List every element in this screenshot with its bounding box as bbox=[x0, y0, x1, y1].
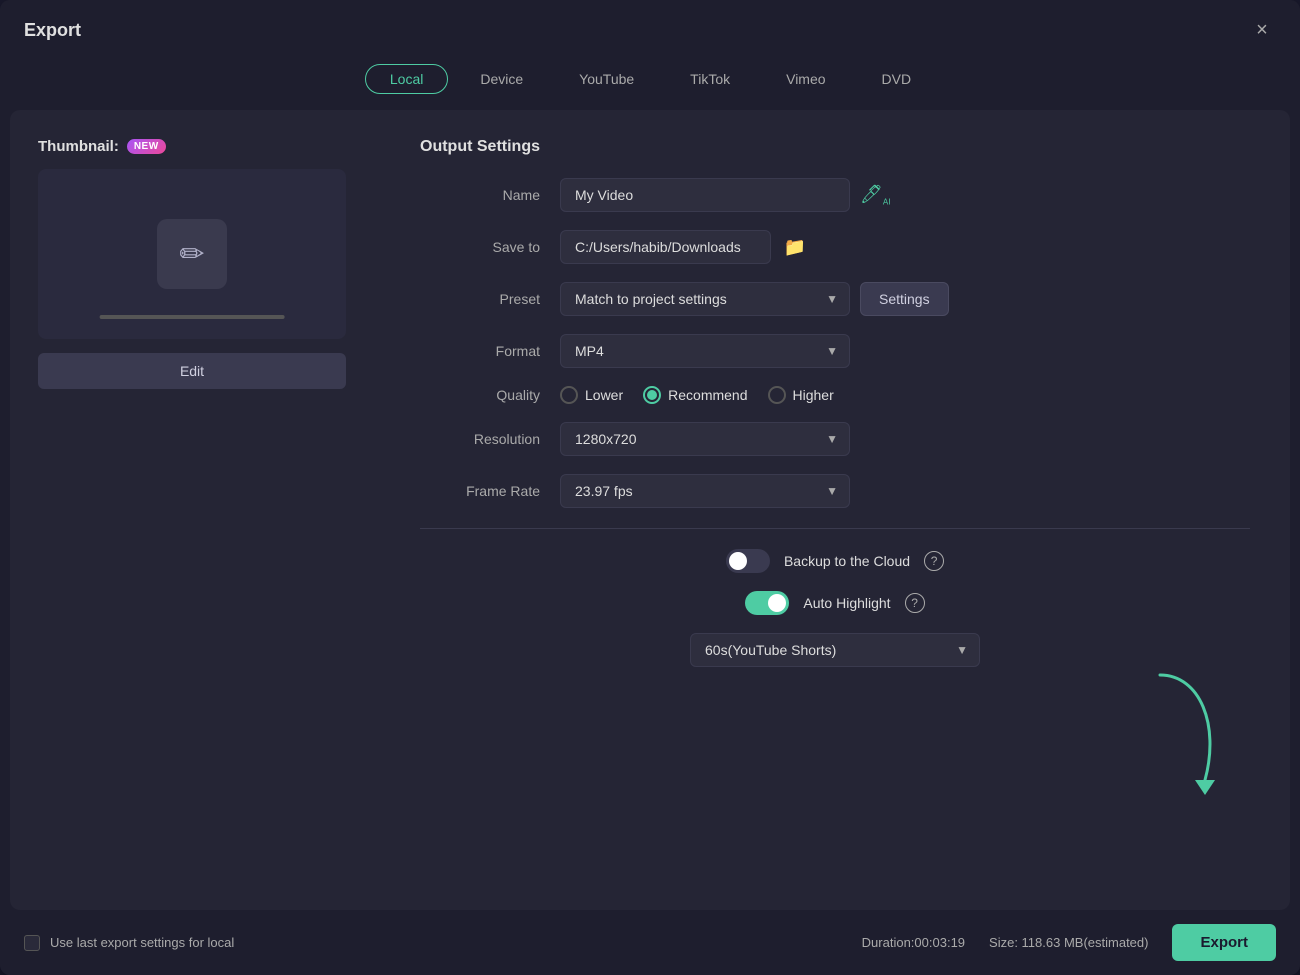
tabs-bar: Local Device YouTube TikTok Vimeo DVD bbox=[0, 56, 1300, 110]
ai-icon[interactable]: 🖊AI bbox=[860, 184, 890, 207]
backup-cloud-toggle[interactable] bbox=[726, 549, 770, 573]
auto-highlight-toggle-thumb bbox=[768, 594, 786, 612]
duration-select-wrap: 60s(YouTube Shorts)30s15sCustom ▼ bbox=[690, 633, 980, 667]
auto-highlight-row: Auto Highlight ? bbox=[420, 591, 1250, 615]
quality-recommend-radio[interactable] bbox=[643, 386, 661, 404]
save-to-label: Save to bbox=[420, 239, 540, 255]
settings-button[interactable]: Settings bbox=[860, 282, 949, 316]
format-select-wrap: MP4MOVAVIMKVGIF ▼ bbox=[560, 334, 850, 368]
pencil-icon: ✏ bbox=[179, 237, 204, 272]
preset-select-wrap: Match to project settingsCustomHigh Qual… bbox=[560, 282, 850, 316]
name-input[interactable] bbox=[560, 178, 850, 212]
save-path-input[interactable] bbox=[560, 230, 771, 264]
resolution-label: Resolution bbox=[420, 431, 540, 447]
dialog-title: Export bbox=[24, 20, 81, 41]
name-row: Name 🖊AI bbox=[420, 178, 1250, 212]
thumbnail-text: Thumbnail: bbox=[38, 138, 119, 155]
save-to-row: Save to 📁 bbox=[420, 230, 1250, 264]
quality-recommend-option[interactable]: Recommend bbox=[643, 386, 747, 404]
backup-cloud-help-icon[interactable]: ? bbox=[924, 551, 944, 571]
radio-inner-dot bbox=[647, 390, 657, 400]
preset-label: Preset bbox=[420, 291, 540, 307]
frame-rate-select-wrap: 23.97 fps24 fps25 fps29.97 fps30 fps60 f… bbox=[560, 474, 850, 508]
quality-label: Quality bbox=[420, 387, 540, 403]
name-label: Name bbox=[420, 187, 540, 203]
new-badge: NEW bbox=[127, 139, 166, 154]
frame-rate-select[interactable]: 23.97 fps24 fps25 fps29.97 fps30 fps60 f… bbox=[560, 474, 850, 508]
tab-local[interactable]: Local bbox=[365, 64, 448, 94]
export-dialog: Export × Local Device YouTube TikTok Vim… bbox=[0, 0, 1300, 975]
backup-cloud-label: Backup to the Cloud bbox=[784, 553, 910, 569]
format-select[interactable]: MP4MOVAVIMKVGIF bbox=[560, 334, 850, 368]
quality-higher-radio[interactable] bbox=[768, 386, 786, 404]
quality-row: Quality Lower Recommend Higher bbox=[420, 386, 1250, 404]
tab-vimeo[interactable]: Vimeo bbox=[762, 65, 849, 93]
output-settings-title: Output Settings bbox=[420, 138, 1250, 156]
resolution-row: Resolution 1280x7201920x10803840x2160720… bbox=[420, 422, 1250, 456]
duration-select-row: 60s(YouTube Shorts)30s15sCustom ▼ bbox=[420, 633, 1250, 667]
auto-highlight-label: Auto Highlight bbox=[803, 595, 890, 611]
format-label: Format bbox=[420, 343, 540, 359]
backup-cloud-row: Backup to the Cloud ? bbox=[420, 549, 1250, 573]
frame-rate-label: Frame Rate bbox=[420, 483, 540, 499]
right-panel: Output Settings Name 🖊AI Save to 📁 Prese… bbox=[400, 110, 1290, 910]
auto-highlight-toggle[interactable] bbox=[745, 591, 789, 615]
duration-info: Duration:00:03:19 bbox=[862, 935, 965, 950]
thumbnail-bar bbox=[100, 315, 285, 319]
close-button[interactable]: × bbox=[1248, 16, 1276, 44]
thumbnail-preview: ✏ bbox=[38, 169, 346, 339]
frame-rate-row: Frame Rate 23.97 fps24 fps25 fps29.97 fp… bbox=[420, 474, 1250, 508]
quality-recommend-label: Recommend bbox=[668, 387, 747, 403]
duration-select[interactable]: 60s(YouTube Shorts)30s15sCustom bbox=[690, 633, 980, 667]
preset-row: Preset Match to project settingsCustomHi… bbox=[420, 282, 1250, 316]
left-panel: Thumbnail: NEW ✏ Edit bbox=[10, 110, 400, 910]
export-button[interactable]: Export bbox=[1172, 924, 1276, 961]
resolution-select-wrap: 1280x7201920x10803840x2160720x480 ▼ bbox=[560, 422, 850, 456]
title-bar: Export × bbox=[0, 0, 1300, 56]
folder-button[interactable]: 📁 bbox=[779, 231, 811, 263]
path-row: 📁 bbox=[560, 230, 811, 264]
tab-dvd[interactable]: DVD bbox=[858, 65, 936, 93]
arrow-annotation bbox=[1140, 665, 1230, 800]
tab-device[interactable]: Device bbox=[456, 65, 547, 93]
use-last-label: Use last export settings for local bbox=[50, 935, 234, 950]
auto-highlight-help-icon[interactable]: ? bbox=[905, 593, 925, 613]
quality-higher-option[interactable]: Higher bbox=[768, 386, 834, 404]
backup-cloud-toggle-thumb bbox=[729, 552, 747, 570]
quality-lower-option[interactable]: Lower bbox=[560, 386, 623, 404]
tab-youtube[interactable]: YouTube bbox=[555, 65, 658, 93]
size-info: Size: 118.63 MB(estimated) bbox=[989, 935, 1148, 950]
divider bbox=[420, 528, 1250, 529]
thumbnail-icon-box: ✏ bbox=[157, 219, 227, 289]
quality-options: Lower Recommend Higher bbox=[560, 386, 834, 404]
bottom-bar: Use last export settings for local Durat… bbox=[0, 910, 1300, 975]
thumbnail-section-label: Thumbnail: NEW bbox=[38, 138, 166, 155]
format-row: Format MP4MOVAVIMKVGIF ▼ bbox=[420, 334, 1250, 368]
main-content: Thumbnail: NEW ✏ Edit Output Settings Na… bbox=[10, 110, 1290, 910]
quality-lower-label: Lower bbox=[585, 387, 623, 403]
edit-thumbnail-button[interactable]: Edit bbox=[38, 353, 346, 389]
quality-lower-radio[interactable] bbox=[560, 386, 578, 404]
tab-tiktok[interactable]: TikTok bbox=[666, 65, 754, 93]
quality-higher-label: Higher bbox=[793, 387, 834, 403]
resolution-select[interactable]: 1280x7201920x10803840x2160720x480 bbox=[560, 422, 850, 456]
preset-select[interactable]: Match to project settingsCustomHigh Qual… bbox=[560, 282, 850, 316]
bottom-right: Duration:00:03:19 Size: 118.63 MB(estima… bbox=[862, 924, 1276, 961]
use-last-settings-checkbox[interactable]: Use last export settings for local bbox=[24, 935, 234, 951]
use-last-checkbox-box[interactable] bbox=[24, 935, 40, 951]
